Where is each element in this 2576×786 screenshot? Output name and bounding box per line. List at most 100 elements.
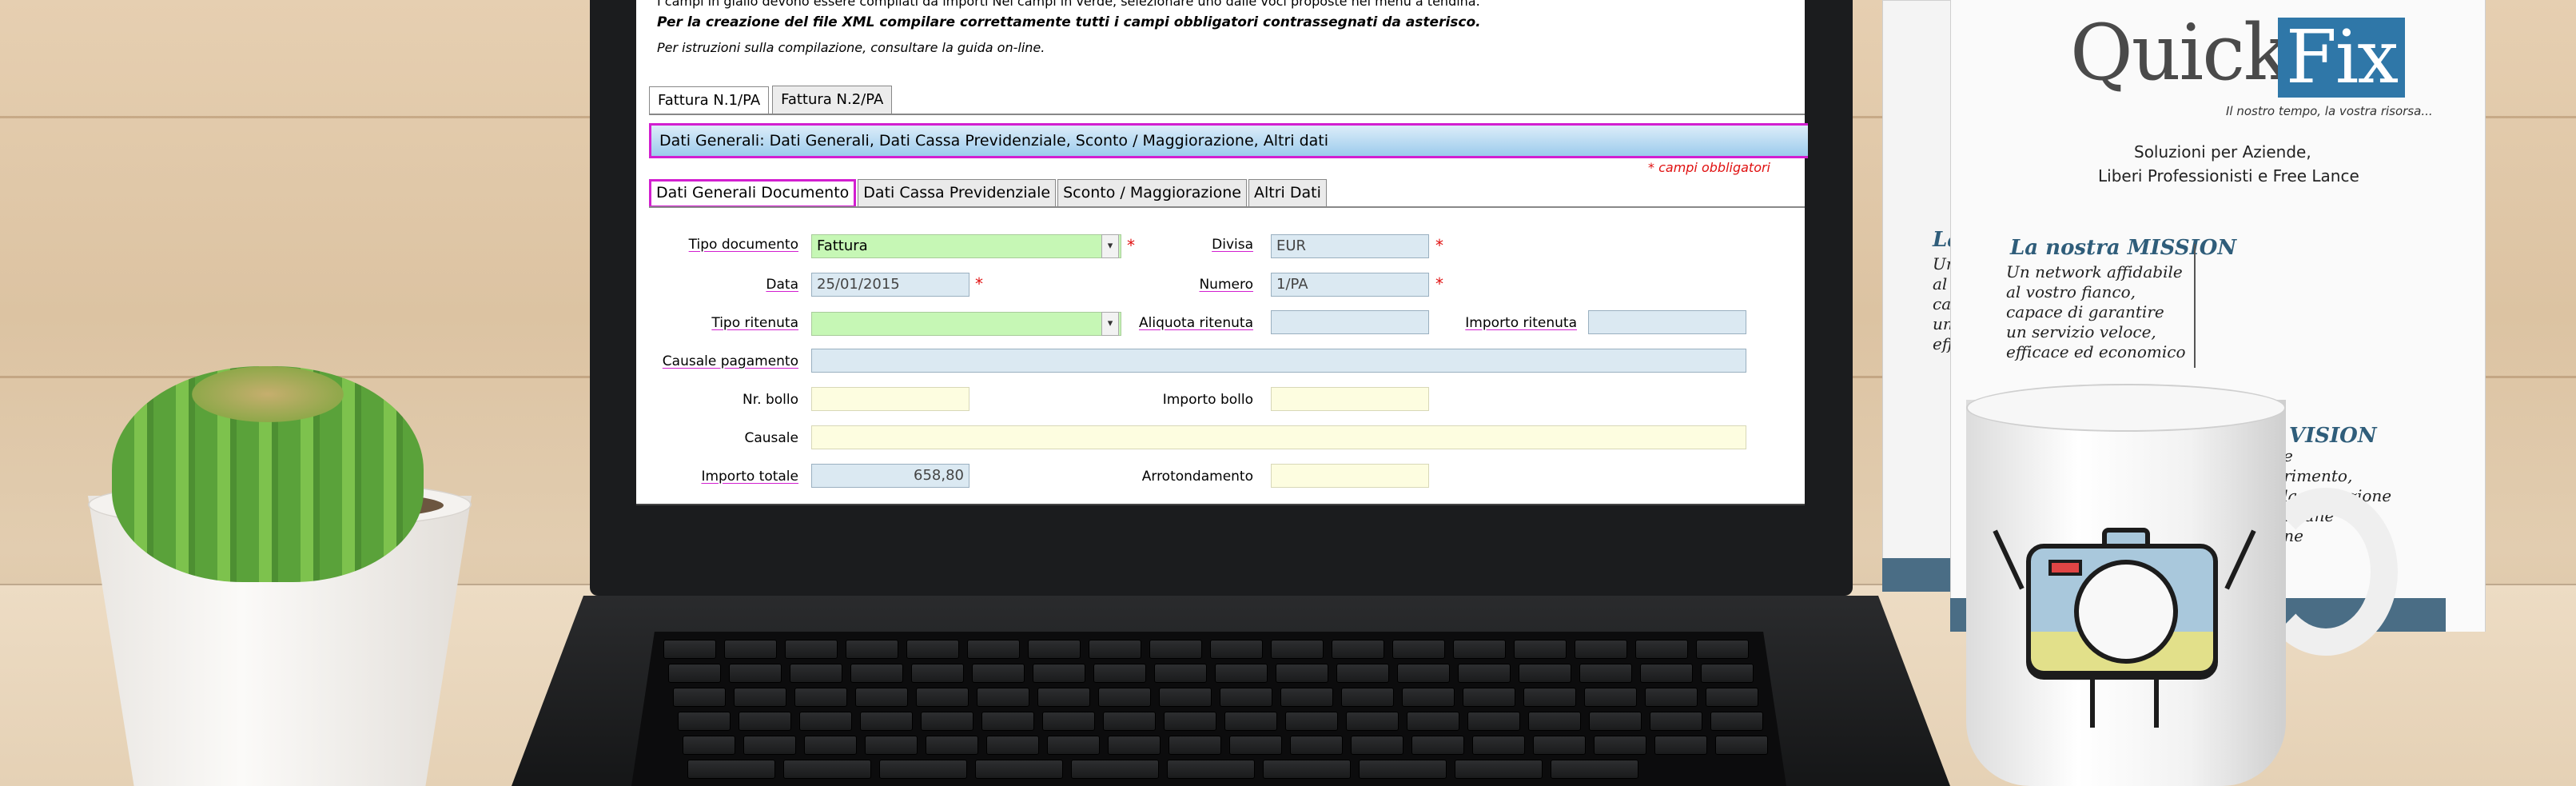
mug-leg-left (2090, 680, 2095, 728)
keyboard-key (1108, 736, 1161, 755)
keyboard-key (975, 760, 1063, 779)
laptop-keyboard (631, 632, 1786, 786)
tab-fattura-1[interactable]: Fattura N.1/PA (649, 86, 770, 115)
keyboard-key (1149, 640, 1202, 659)
brochure-divider (2194, 244, 2196, 368)
causale-field[interactable] (811, 425, 1746, 449)
nr-bollo-field[interactable] (811, 387, 969, 411)
arrotondamento-field[interactable] (1271, 464, 1429, 488)
tipo-ritenuta-label: Tipo ritenuta (711, 315, 798, 331)
keyboard-key (1645, 688, 1698, 707)
importo-totale-label: Importo totale (701, 469, 798, 485)
mug-rim (1966, 384, 2286, 432)
keyboard-key (1336, 664, 1389, 683)
keyboard-key (799, 712, 852, 731)
keyboard-key (1579, 664, 1632, 683)
keyboard-key (1463, 688, 1515, 707)
keyboard-key (1411, 736, 1464, 755)
data-field[interactable]: 25/01/2015 (811, 273, 969, 297)
intro-required-text: Per la creazione del file XML compilare … (657, 14, 1481, 30)
chevron-down-icon[interactable]: ▾ (1101, 312, 1119, 336)
tipo-documento-select[interactable]: Fattura (811, 234, 1121, 258)
tipo-documento-label: Tipo documento (688, 237, 798, 253)
keyboard-key (734, 688, 786, 707)
tipo-ritenuta-select[interactable] (811, 312, 1121, 336)
brochure-mission-text: Un network affidabile al vostro fianco, c… (2006, 262, 2186, 361)
keyboard-key (1341, 688, 1394, 707)
keyboard-key (911, 664, 964, 683)
keyboard-key (790, 664, 842, 683)
tab-dati-generali-documento[interactable]: Dati Generali Documento (649, 179, 857, 208)
keyboard-key (794, 688, 847, 707)
keyboard-key (1215, 664, 1268, 683)
required-mark: * (1127, 236, 1135, 255)
keyboard-key (1533, 736, 1586, 755)
keyboard-key (1594, 736, 1646, 755)
section-title-bar[interactable]: Dati Generali: Dati Generali, Dati Cassa… (649, 123, 1808, 158)
nr-bollo-label: Nr. bollo (743, 392, 798, 408)
keyboard-key (804, 736, 857, 755)
keyboard-key (1047, 736, 1100, 755)
keyboard-key (1154, 664, 1207, 683)
numero-field[interactable]: 1/PA (1271, 273, 1429, 297)
keyboard-key (1280, 688, 1333, 707)
keyboard-key (967, 640, 1020, 659)
brochure-mission-title: La nostra MISSION (2010, 236, 2237, 260)
camera-flash (2048, 560, 2082, 576)
mug-leg-right (2154, 680, 2159, 728)
divisa-field[interactable]: EUR (1271, 234, 1429, 258)
keyboard-key (1551, 760, 1638, 779)
tab-dati-cassa-previdenziale[interactable]: Dati Cassa Previdenziale (858, 179, 1057, 208)
camera-face-icon (2074, 560, 2178, 664)
keyboard-key (1220, 688, 1272, 707)
keyboard-key (1159, 688, 1212, 707)
importo-ritenuta-field[interactable] (1588, 310, 1746, 334)
keyboard-key (743, 736, 796, 755)
brochure-logo-quick: Quick (2070, 8, 2290, 98)
keyboard-key (1098, 688, 1151, 707)
importo-totale-field[interactable]: 658,80 (811, 464, 969, 488)
keyboard-key (850, 664, 903, 683)
tab-sconto-maggiorazione[interactable]: Sconto / Maggiorazione (1057, 179, 1247, 208)
importo-bollo-field[interactable] (1271, 387, 1429, 411)
tab-fattura-2[interactable]: Fattura N.2/PA (772, 86, 893, 114)
importo-ritenuta-label: Importo ritenuta (1465, 315, 1577, 331)
brochure-tagline: Il nostro tempo, la vostra risorsa... (2226, 104, 2433, 118)
causale-pagamento-field[interactable] (811, 349, 1746, 373)
keyboard-key (1715, 736, 1768, 755)
keyboard-key (1392, 640, 1445, 659)
keyboard-key (683, 736, 735, 755)
intro-cut-text: I campi in giallo devono essere compilat… (657, 0, 1480, 9)
keyboard-key (1455, 760, 1543, 779)
keyboard-key (1332, 640, 1384, 659)
keyboard-key (1290, 736, 1343, 755)
brochure-subtitle-2: Liberi Professionisti e Free Lance (2098, 166, 2359, 186)
keyboard-key (1093, 664, 1146, 683)
keyboard-key (783, 760, 871, 779)
invoice-tabs: Fattura N.1/PA Fattura N.2/PA (649, 86, 895, 115)
aliquota-ritenuta-field[interactable] (1271, 310, 1429, 334)
keyboard-key (1640, 664, 1693, 683)
chevron-down-icon[interactable]: ▾ (1101, 234, 1119, 258)
keyboard-key (1397, 664, 1450, 683)
keyboard-key (1271, 640, 1324, 659)
keyboard-key (678, 712, 731, 731)
keyboard-key (1407, 712, 1459, 731)
keyboard-key (673, 688, 726, 707)
keyboard-key (1229, 736, 1282, 755)
keyboard-key (977, 688, 1029, 707)
data-label: Data (766, 277, 798, 293)
keyboard-key (1402, 688, 1455, 707)
required-mark: * (975, 274, 983, 293)
keyboard-key (1263, 760, 1351, 779)
keyboard-key (1028, 640, 1081, 659)
keyboard-key (687, 760, 775, 779)
keyboard-key (1169, 736, 1221, 755)
brochure-subtitle-1: Soluzioni per Aziende, (2134, 142, 2311, 162)
brochure-logo-fix: Fix (2278, 18, 2406, 98)
tab-altri-dati[interactable]: Altri Dati (1248, 179, 1327, 208)
keyboard-key (1575, 640, 1627, 659)
keyboard-key (972, 664, 1025, 683)
keyboard-key (1033, 664, 1085, 683)
keyboard-key (724, 640, 777, 659)
